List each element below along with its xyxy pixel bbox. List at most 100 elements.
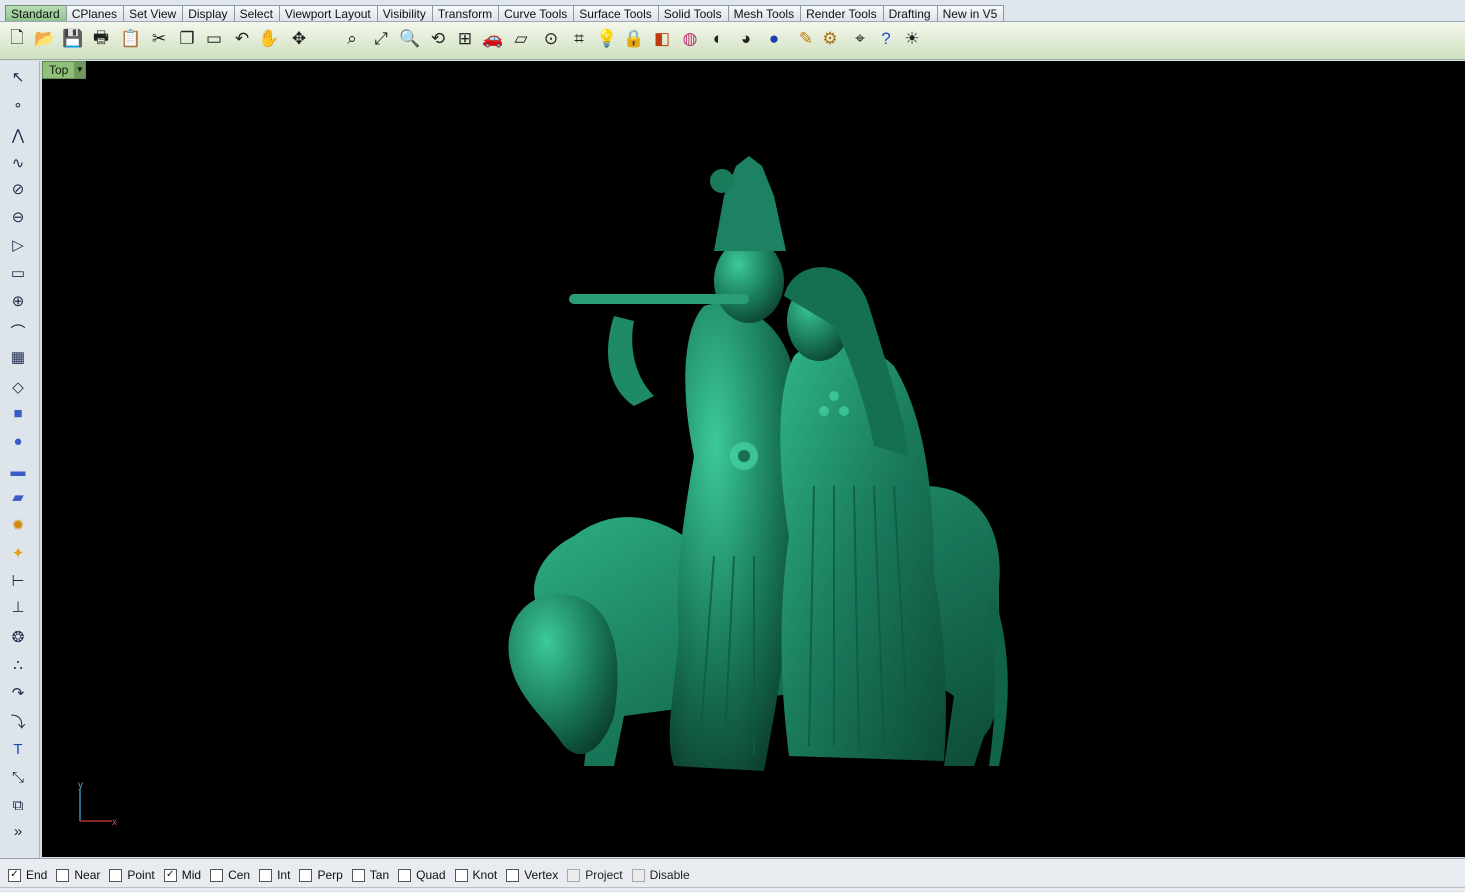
osnap-int-checkbox[interactable] <box>259 868 273 882</box>
car-icon[interactable]: 🚗 <box>481 26 505 52</box>
shade-icon[interactable]: ◐ <box>706 26 730 52</box>
color-wheel-icon[interactable]: ◍ <box>678 26 702 52</box>
osnap-vertex-checkbox[interactable] <box>506 868 520 882</box>
osnap-project[interactable]: Project <box>567 868 623 882</box>
dimension-icon[interactable]: ⌖ <box>848 26 872 52</box>
curve-icon[interactable]: ∿ <box>6 151 30 175</box>
krishna-radha-model[interactable] <box>504 156 1009 781</box>
offset-icon[interactable]: ⤵ <box>6 709 30 733</box>
polygon-icon[interactable]: ▷ <box>6 233 30 257</box>
trim-icon[interactable]: ⊥ <box>6 595 30 619</box>
tab-standard[interactable]: Standard <box>5 5 67 21</box>
cylinder-icon[interactable]: ▬ <box>6 459 30 483</box>
tab-surface-tools[interactable]: Surface Tools <box>573 5 659 21</box>
point-icon[interactable]: ∘ <box>6 93 30 117</box>
osnap-near-checkbox[interactable] <box>56 868 70 882</box>
layer-icon[interactable]: ◧ <box>650 26 674 52</box>
rectangle-icon[interactable]: ▭ <box>6 261 30 285</box>
open-icon[interactable]: 📂 <box>33 26 57 52</box>
osnap-quad[interactable]: Quad <box>398 868 446 882</box>
viewport-title-tab[interactable]: Top ▼ <box>42 61 87 79</box>
gear-solid-icon[interactable]: ✹ <box>6 513 30 537</box>
zoom-rotate-icon[interactable]: ⟲ <box>426 26 450 52</box>
osnap-perp[interactable]: Perp <box>299 868 343 882</box>
copy-icon[interactable]: ❐ <box>175 26 199 52</box>
tab-visibility[interactable]: Visibility <box>376 5 433 21</box>
save-icon[interactable]: 💾 <box>61 26 85 52</box>
spheres-icon[interactable]: ∴ <box>6 653 30 677</box>
group-icon[interactable]: ⧉ <box>6 793 30 817</box>
osnap-quad-checkbox[interactable] <box>398 868 412 882</box>
lock-icon[interactable]: 🔒 <box>622 26 646 52</box>
tab-display[interactable]: Display <box>182 5 235 21</box>
grid-icon[interactable]: ⌗ <box>567 26 591 52</box>
zoom-selected-icon[interactable]: 🔍 <box>398 26 422 52</box>
point-icon[interactable]: ⊙ <box>539 26 563 52</box>
fillet-icon[interactable]: ⌒ <box>6 319 30 343</box>
gumball-icon[interactable]: ✎ <box>794 26 818 52</box>
osnap-project-checkbox[interactable] <box>567 868 581 882</box>
osnap-disable[interactable]: Disable <box>631 868 690 882</box>
osnap-mid-checkbox[interactable]: ✓ <box>163 868 177 882</box>
sphere-icon[interactable]: ● <box>6 429 30 453</box>
curve-fillet-icon[interactable]: ↷ <box>6 681 30 705</box>
paste-icon[interactable]: 📋 <box>119 26 143 52</box>
pan-icon[interactable]: ✋ <box>257 26 281 52</box>
undo-icon[interactable]: ↶ <box>230 26 254 52</box>
tab-mesh-tools[interactable]: Mesh Tools <box>727 5 802 21</box>
tab-render-tools[interactable]: Render Tools <box>800 5 884 21</box>
settings-gear-icon[interactable]: ⚙ <box>818 26 842 52</box>
mesh-plane-icon[interactable]: ▰ <box>6 485 30 509</box>
osnap-tan-checkbox[interactable] <box>351 868 365 882</box>
top-viewport[interactable]: Top ▼ y x <box>42 61 1465 857</box>
osnap-knot-checkbox[interactable] <box>454 868 468 882</box>
rotate-view-icon[interactable]: ✥ <box>287 26 311 52</box>
scale-icon[interactable]: ⤡ <box>6 765 30 789</box>
osnap-perp-checkbox[interactable] <box>299 868 313 882</box>
select-arrow-icon[interactable]: ↖ <box>6 65 30 89</box>
surface-edit-icon[interactable]: ◇ <box>6 375 30 399</box>
tab-select[interactable]: Select <box>233 5 280 21</box>
tips-icon[interactable]: ☀ <box>900 26 924 52</box>
viewport-title[interactable]: Top <box>43 63 74 77</box>
viewport-menu-arrow-icon[interactable]: ▼ <box>74 62 86 78</box>
blue-sphere-icon[interactable]: ● <box>762 26 786 52</box>
cut-icon[interactable]: ✂ <box>147 26 171 52</box>
osnap-point-checkbox[interactable] <box>109 868 123 882</box>
osnap-near[interactable]: Near <box>56 868 100 882</box>
light-bulb-icon[interactable]: 💡 <box>595 26 619 52</box>
tab-drafting[interactable]: Drafting <box>882 5 938 21</box>
zoom-window-icon[interactable]: ⌕ <box>340 26 364 52</box>
ellipse-icon[interactable]: ⊖ <box>6 205 30 229</box>
zoom-extents-icon[interactable]: ⤢ <box>369 26 393 52</box>
tab-solid-tools[interactable]: Solid Tools <box>657 5 729 21</box>
circle-icon[interactable]: ⊘ <box>6 177 30 201</box>
tab-transform[interactable]: Transform <box>431 5 500 21</box>
tab-curve-tools[interactable]: Curve Tools <box>498 5 575 21</box>
osnap-disable-checkbox[interactable] <box>631 868 645 882</box>
explode-icon[interactable]: ✦ <box>6 541 30 565</box>
tab-viewport-layout[interactable]: Viewport Layout <box>278 5 378 21</box>
osnap-tan[interactable]: Tan <box>351 868 389 882</box>
help-icon[interactable]: ? <box>874 26 898 52</box>
text-icon[interactable]: T <box>6 737 30 761</box>
boolean-icon[interactable]: ❂ <box>6 625 30 649</box>
tab-new-in-v5[interactable]: New in V5 <box>936 5 1005 21</box>
polyline-icon[interactable]: ⋀ <box>6 123 30 147</box>
osnap-knot[interactable]: Knot <box>454 868 497 882</box>
surface-grid-icon[interactable]: ▦ <box>6 345 30 369</box>
osnap-point[interactable]: Point <box>109 868 155 882</box>
four-viewports-icon[interactable]: ⊞ <box>453 26 477 52</box>
dimension-icon[interactable]: ⊢ <box>6 569 30 593</box>
osnap-cen-checkbox[interactable] <box>210 868 224 882</box>
osnap-end[interactable]: ✓ End <box>8 868 47 882</box>
render-sphere-icon[interactable]: ◕ <box>734 26 758 52</box>
tab-cplanes[interactable]: CPlanes <box>65 5 125 21</box>
osnap-int[interactable]: Int <box>259 868 290 882</box>
arc-icon[interactable]: ⊕ <box>6 289 30 313</box>
clipboard-icon[interactable]: ▭ <box>202 26 226 52</box>
osnap-vertex[interactable]: Vertex <box>506 868 558 882</box>
osnap-cen[interactable]: Cen <box>210 868 250 882</box>
tab-set-view[interactable]: Set View <box>123 5 184 21</box>
more-icon[interactable]: » <box>6 819 30 843</box>
